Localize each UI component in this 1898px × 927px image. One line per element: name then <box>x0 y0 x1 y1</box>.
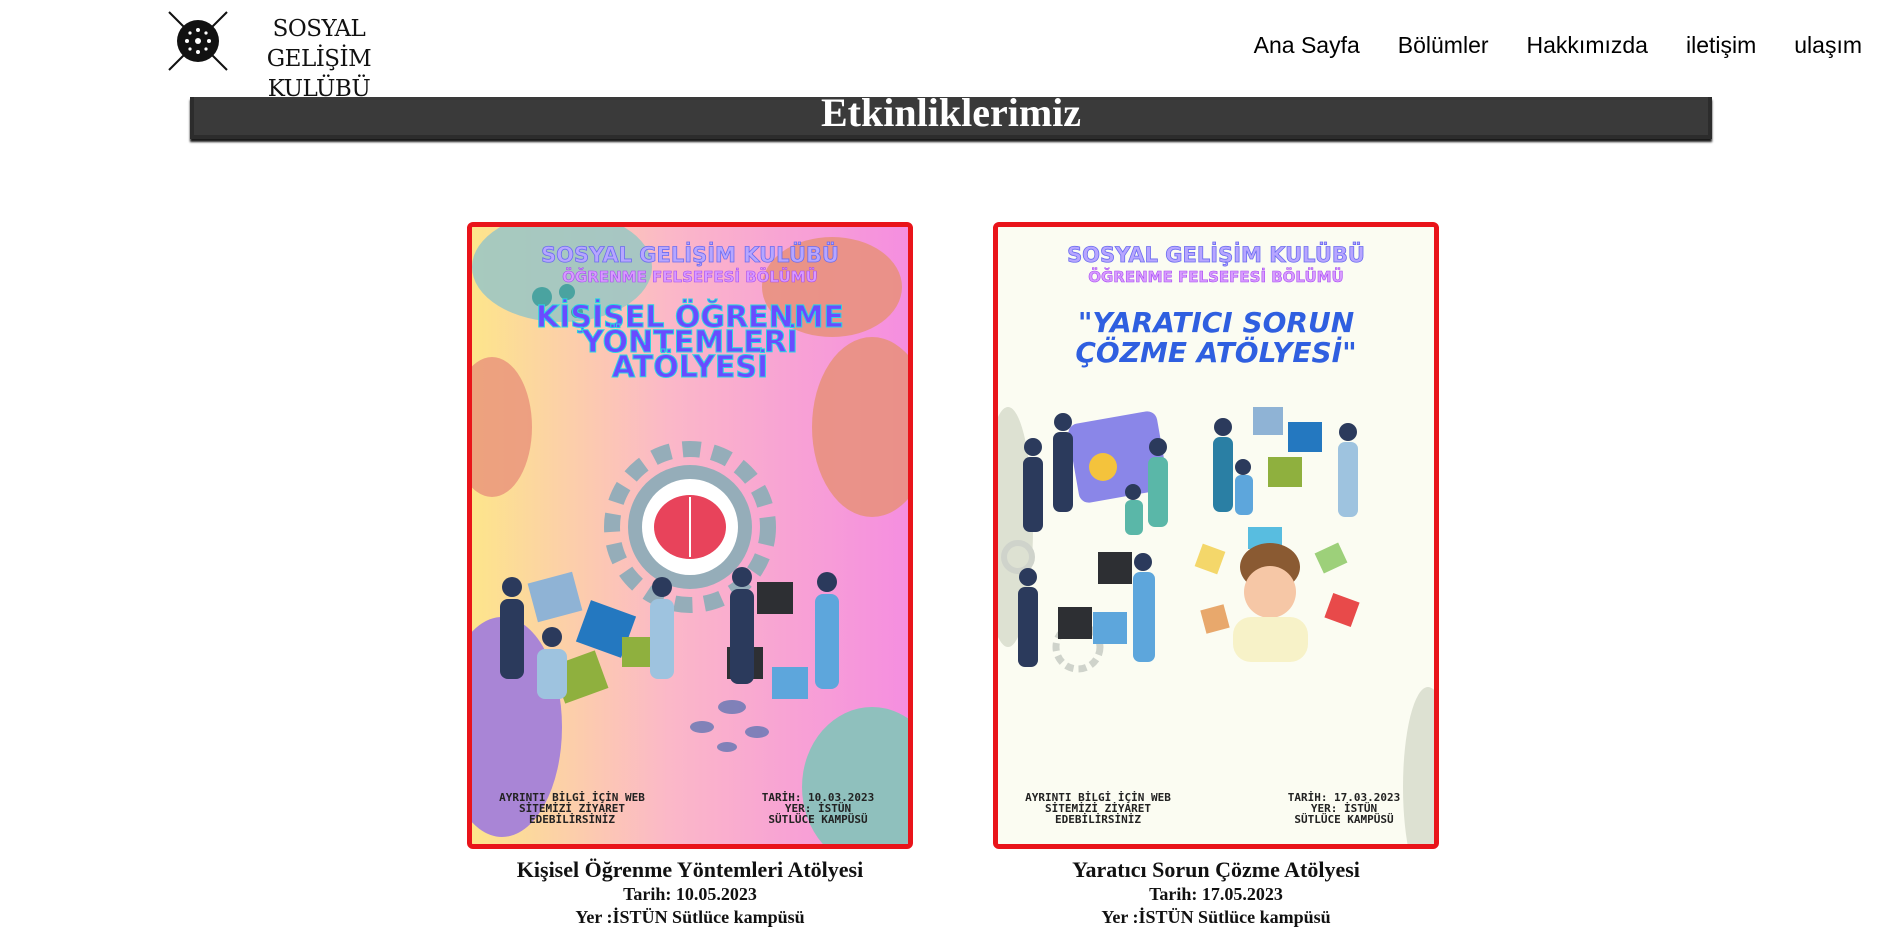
event-poster[interactable]: SOSYAL GELİŞİM KULÜBÜ ÖĞRENME FELSEFESİ … <box>467 222 913 849</box>
main-nav: Ana Sayfa Bölümler Hakkımızda iletişim u… <box>1254 32 1862 59</box>
event-place: Yer :İSTÜN Sütlüce kampüsü <box>1101 907 1331 927</box>
nav-about[interactable]: Hakkımızda <box>1527 32 1648 59</box>
poster-headline-3: ATÖLYESİ <box>612 348 768 385</box>
poster-dept: ÖĞRENME FELSEFESİ BÖLÜMÜ <box>1088 267 1344 286</box>
poster-image: SOSYAL GELİŞİM KULÜBÜ ÖĞRENME FELSEFESİ … <box>998 227 1434 844</box>
event-date: Tarih: 17.05.2023 <box>1149 884 1283 904</box>
poster-image: SOSYAL GELİŞİM KULÜBÜ ÖĞRENME FELSEFESİ … <box>472 227 908 844</box>
poster-footer-right-3: SÜTLÜCE KAMPÜSÜ <box>1294 812 1394 826</box>
nav-home[interactable]: Ana Sayfa <box>1254 32 1360 59</box>
poster-headline-1: "YARATICI SORUN <box>1078 306 1354 339</box>
events-banner: Etkinliklerimiz <box>190 90 1712 139</box>
poster-club: SOSYAL GELİŞİM KULÜBÜ <box>541 242 839 267</box>
poster-footer-left-3: EDEBİLİRSİNİZ <box>1055 812 1141 826</box>
event-card: SOSYAL GELİŞİM KULÜBÜ ÖĞRENME FELSEFESİ … <box>993 222 1439 927</box>
event-poster[interactable]: SOSYAL GELİŞİM KULÜBÜ ÖĞRENME FELSEFESİ … <box>993 222 1439 849</box>
poster-dept: ÖĞRENME FELSEFESİ BÖLÜMÜ <box>562 267 818 286</box>
event-date: Tarih: 10.05.2023 <box>623 884 757 904</box>
event-title: Yaratıcı Sorun Çözme Atölyesi <box>1072 857 1360 882</box>
poster-club: SOSYAL GELİŞİM KULÜBÜ <box>1067 242 1365 267</box>
club-emblem-icon <box>168 11 228 71</box>
site-logo[interactable]: SOSYAL GELİŞİM KULÜBÜ <box>165 8 405 102</box>
poster-footer-left-3: EDEBİLİRSİNİZ <box>529 812 615 826</box>
poster-headline-2: ÇÖZME ATÖLYESİ" <box>1075 335 1356 369</box>
logo-line-1: SOSYAL GELİŞİM <box>266 16 372 72</box>
event-card: SOSYAL GELİŞİM KULÜBÜ ÖĞRENME FELSEFESİ … <box>467 222 913 927</box>
nav-sections[interactable]: Bölümler <box>1398 32 1489 59</box>
nav-contact[interactable]: iletişim <box>1686 32 1756 59</box>
event-place: Yer :İSTÜN Sütlüce kampüsü <box>575 907 805 927</box>
nav-transport[interactable]: ulaşım <box>1794 32 1862 59</box>
banner-title: Etkinliklerimiz <box>821 90 1081 135</box>
poster-footer-right-3: SÜTLÜCE KAMPÜSÜ <box>768 812 868 826</box>
event-title: Kişisel Öğrenme Yöntemleri Atölyesi <box>516 857 864 882</box>
